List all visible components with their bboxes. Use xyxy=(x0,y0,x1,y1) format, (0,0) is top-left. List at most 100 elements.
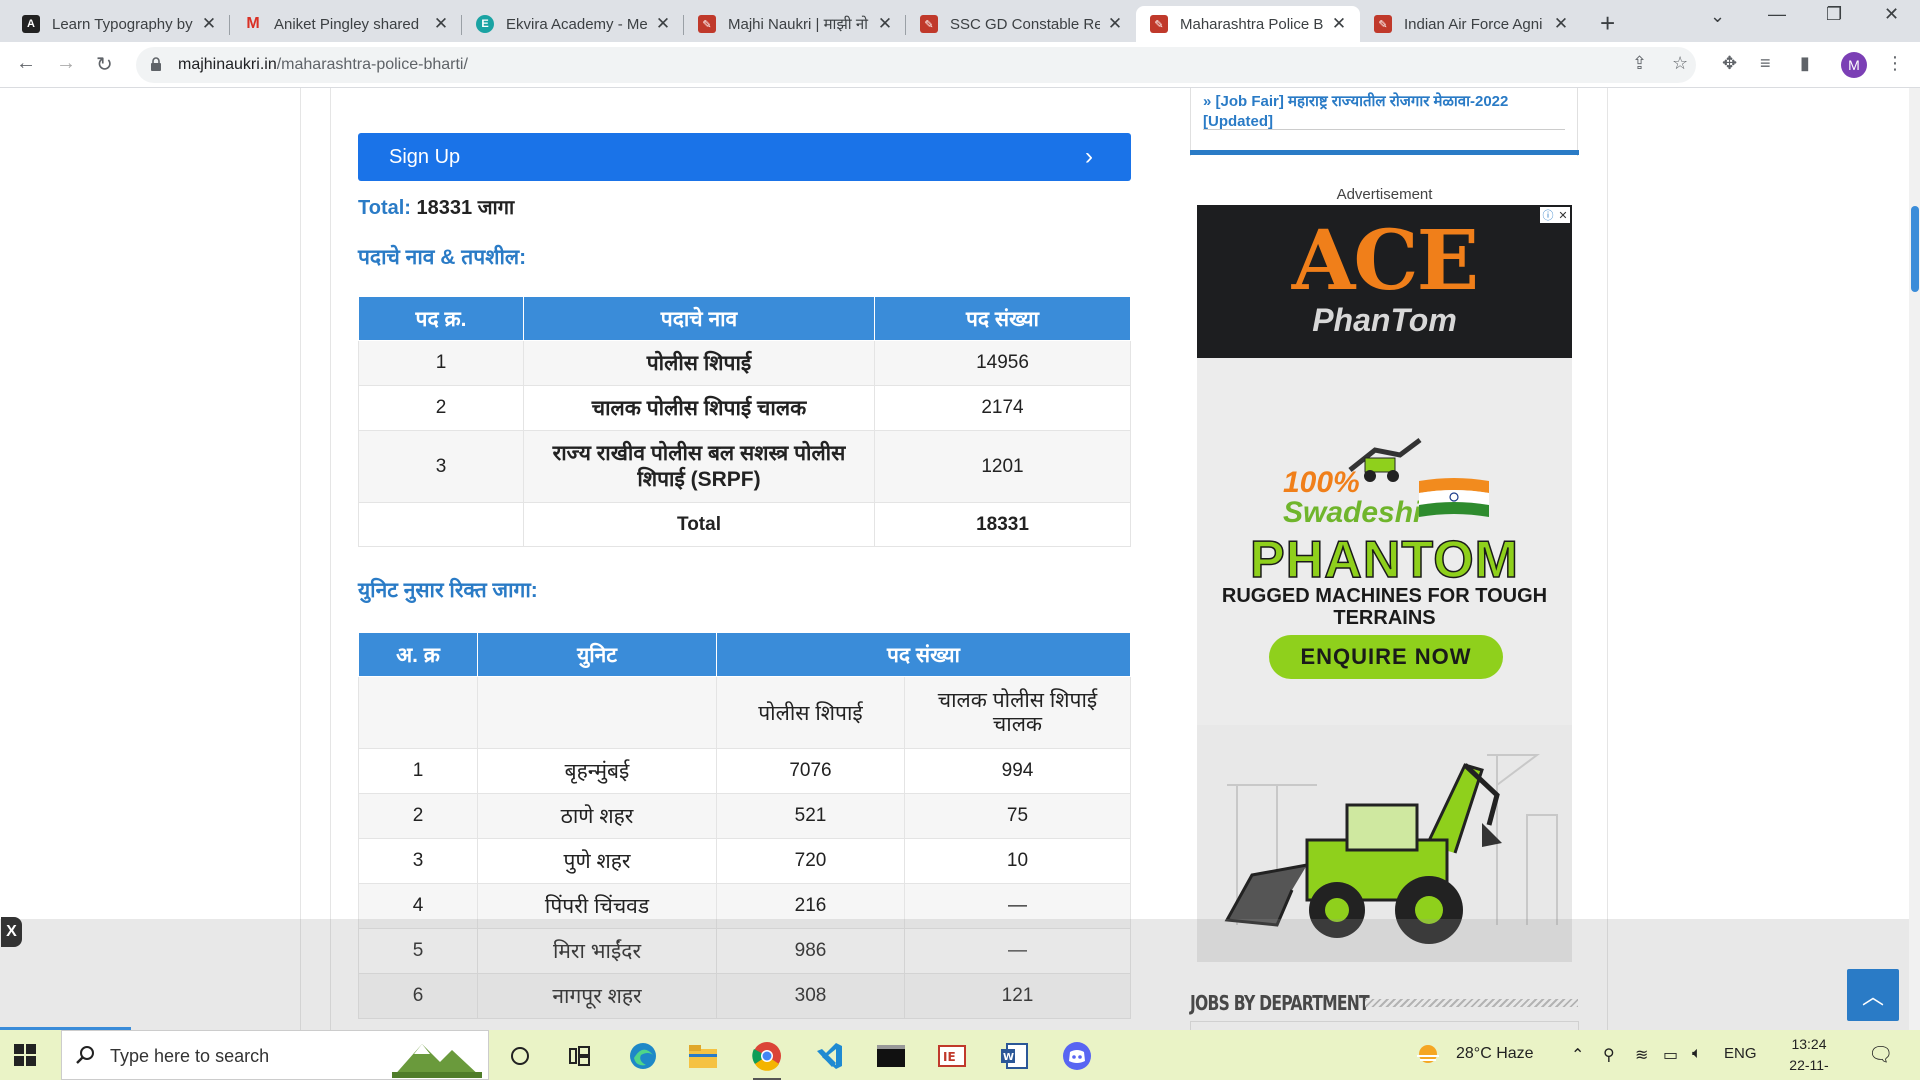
share-icon[interactable]: ⇪ xyxy=(1632,53,1647,74)
tab-ssc-gd[interactable]: ✎ SSC GD Constable Re ✕ xyxy=(906,6,1136,42)
swadeshi-badge: 100% Swadeshi xyxy=(1283,466,1422,529)
language-indicator[interactable]: ENG xyxy=(1724,1045,1757,1062)
tab-gmail[interactable]: M Aniket Pingley shared ✕ xyxy=(230,6,462,42)
tab-learn-typography[interactable]: A Learn Typography by ✕ xyxy=(8,6,230,42)
tab-ekvira[interactable]: E Ekvira Academy - Me ✕ xyxy=(462,6,684,42)
windows-start-icon[interactable] xyxy=(14,1044,36,1066)
file-explorer-icon[interactable] xyxy=(683,1036,723,1076)
enquire-now-button[interactable]: ENQUIRE NOW xyxy=(1269,635,1503,679)
svg-text:W: W xyxy=(1003,1052,1014,1063)
tab-maharashtra-police[interactable]: ✎ Maharashtra Police B ✕ xyxy=(1136,6,1360,42)
chrome-icon[interactable] xyxy=(747,1036,787,1080)
browser-toolbar: ← → ↻ majhinaukri.in/maharashtra-police-… xyxy=(0,42,1920,88)
new-tab-button[interactable]: + xyxy=(1600,8,1615,39)
ad-tagline: RUGGED MACHINES FOR TOUGH TERRAINS xyxy=(1221,585,1548,629)
meet-now-icon[interactable]: ⚲ xyxy=(1603,1045,1615,1065)
close-window-button[interactable]: ✕ xyxy=(1884,4,1899,25)
col-header: अ. क्र xyxy=(358,632,478,677)
close-tab-icon[interactable]: ✕ xyxy=(1106,14,1124,34)
tab-indian-air-force[interactable]: ✎ Indian Air Force Agni ✕ xyxy=(1360,6,1582,42)
col-header: युनिट xyxy=(477,632,717,677)
close-sticky-ad-button[interactable]: X xyxy=(1,917,22,947)
close-tab-icon[interactable]: ✕ xyxy=(432,14,450,34)
majhi-naukri-icon: ✎ xyxy=(1374,15,1392,33)
vscode-icon[interactable] xyxy=(809,1036,849,1076)
chevron-up-icon[interactable]: ⌃ xyxy=(1571,1045,1584,1065)
tab-strip: A Learn Typography by ✕ M Aniket Pingley… xyxy=(0,0,1920,42)
side-panel-icon[interactable]: ▮ xyxy=(1800,53,1810,74)
page-scrollbar[interactable] xyxy=(1909,88,1920,1030)
weather-text[interactable]: 28°C Haze xyxy=(1456,1045,1534,1063)
unit-vacancy-heading: युनिट नुसार रिक्त जागा: xyxy=(358,579,538,602)
majhi-naukri-icon: ✎ xyxy=(920,15,938,33)
news-app-icon[interactable]: IE xyxy=(932,1036,972,1076)
ad-brand-banner: ACE PhanTom xyxy=(1197,205,1572,358)
notification-icon[interactable]: 🗨︎ xyxy=(1868,1042,1893,1067)
scrollbar-thumb[interactable] xyxy=(1911,206,1919,292)
search-icon xyxy=(76,1046,94,1064)
wifi-icon[interactable]: ≋ xyxy=(1635,1045,1648,1065)
svg-text:IE: IE xyxy=(943,1050,956,1064)
restore-button[interactable]: ❐ xyxy=(1826,4,1842,25)
chevron-right-icon: › xyxy=(1085,143,1093,170)
posts-table: पद क्र. पदाचे नाव पद संख्या 1 पोलीस शिपा… xyxy=(358,296,1131,547)
majhi-naukri-icon: ✎ xyxy=(698,15,716,33)
battery-icon[interactable]: ▭ xyxy=(1663,1045,1678,1065)
col-header: पद संख्या xyxy=(716,632,1131,677)
sign-up-button[interactable]: Sign Up › xyxy=(358,133,1131,181)
adchoices-icon[interactable]: ⓘ ✕ xyxy=(1540,207,1570,223)
lock-icon xyxy=(151,57,161,71)
terminal-icon[interactable] xyxy=(871,1036,911,1076)
subheader: पोलीस शिपाई xyxy=(716,676,905,749)
extensions-icon[interactable]: ✥ xyxy=(1722,53,1737,74)
search-highlight-icon xyxy=(392,1044,482,1078)
forward-icon[interactable]: → xyxy=(56,52,76,75)
volume-icon[interactable]: 🔈︎ xyxy=(1692,1045,1702,1063)
advertisement-label: Advertisement xyxy=(1336,186,1433,203)
close-tab-icon[interactable]: ✕ xyxy=(1330,14,1348,34)
total-vacancies: Total: 18331 जागा xyxy=(358,197,515,219)
reload-icon[interactable]: ↻ xyxy=(96,52,113,77)
address-bar[interactable]: majhinaukri.in/maharashtra-police-bharti… xyxy=(136,47,1696,83)
col-header: पद संख्या xyxy=(874,296,1131,341)
col-header: पदाचे नाव xyxy=(523,296,875,341)
sticky-ad-overlay xyxy=(0,919,1910,1030)
windows-taskbar: Type here to search IE W 28°C Haze ⌃ ⚲ ≋… xyxy=(0,1030,1920,1080)
ace-logo: ACE xyxy=(1291,213,1479,309)
close-tab-icon[interactable]: ✕ xyxy=(654,14,672,34)
post-details-heading: पदाचे नाव & तपशील: xyxy=(358,246,527,269)
minimize-button[interactable]: — xyxy=(1768,4,1786,25)
word-icon[interactable]: W xyxy=(994,1036,1034,1076)
total-row: Total 18331 xyxy=(358,502,1131,547)
tab-search-icon[interactable]: ⌄ xyxy=(1710,6,1725,27)
job-fair-link[interactable]: » [Job Fair] महाराष्ट्र राज्यातील रोजगार… xyxy=(1203,92,1563,132)
ace-phantom-advertisement[interactable]: ACE PhanTom ⓘ ✕ 100% Swadeshi PHANTOM RUGG… xyxy=(1197,205,1572,962)
discord-icon[interactable] xyxy=(1057,1036,1097,1076)
table-row: 2 ठाणे शहर 521 75 xyxy=(358,793,1131,839)
sidebar-divider xyxy=(1190,150,1579,155)
table-row: 3 पुणे शहर 720 10 xyxy=(358,838,1131,884)
task-view-icon[interactable] xyxy=(560,1036,600,1076)
menu-kebab-icon[interactable]: ⋮ xyxy=(1886,53,1904,74)
scroll-to-top-button[interactable]: ︿ xyxy=(1847,969,1899,1021)
phantom-headline: PHANTOM xyxy=(1249,530,1519,590)
back-icon[interactable]: ← xyxy=(16,52,36,75)
close-tab-icon[interactable]: ✕ xyxy=(876,14,894,34)
taskbar-search-box[interactable]: Type here to search xyxy=(61,1030,489,1080)
typography-icon: A xyxy=(22,15,40,33)
edge-icon[interactable] xyxy=(623,1036,663,1076)
bookmark-star-icon[interactable]: ☆ xyxy=(1672,53,1688,74)
media-control-icon[interactable]: ≡ xyxy=(1760,53,1771,74)
close-tab-icon[interactable]: ✕ xyxy=(1552,14,1570,34)
ekvira-icon: E xyxy=(476,15,494,33)
table-row: 1 पोलीस शिपाई 14956 xyxy=(358,340,1131,386)
close-tab-icon[interactable]: ✕ xyxy=(200,14,218,34)
table-row: 1 बृहन्मुंबई 7076 994 xyxy=(358,748,1131,794)
phantom-logo: PhanTom xyxy=(1312,302,1457,338)
profile-avatar[interactable]: M xyxy=(1841,52,1867,78)
tab-majhi-naukri[interactable]: ✎ Majhi Naukri | माझी नो ✕ xyxy=(684,6,906,42)
clock[interactable]: 13:24 22-11-2022 xyxy=(1776,1034,1842,1080)
table-row: 2 चालक पोलीस शिपाई चालक 2174 xyxy=(358,385,1131,431)
cortana-icon[interactable] xyxy=(500,1036,540,1076)
url-text: majhinaukri.in/maharashtra-police-bharti… xyxy=(178,56,468,73)
